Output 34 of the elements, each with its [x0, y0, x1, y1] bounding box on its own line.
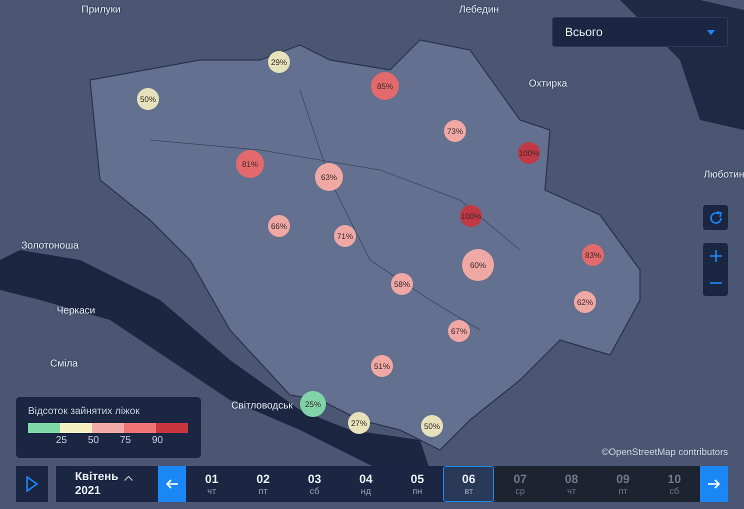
chevron-up-icon: [124, 476, 134, 480]
legend-tick: 90: [150, 435, 163, 447]
city-label: Сміла: [50, 358, 78, 370]
legend-title: Відсоток зайнятих ліжок: [28, 406, 141, 417]
day-tab[interactable]: 05 пн: [392, 466, 444, 502]
city-label: Охтирка: [528, 78, 568, 90]
month-label[interactable]: Квітень 2021: [75, 470, 118, 498]
day-tab[interactable]: 03 сб: [288, 466, 340, 502]
day-tab[interactable]: 06 вт: [443, 466, 494, 502]
legend-tick: 25: [54, 435, 67, 447]
city-label: Золотоноша: [21, 240, 79, 252]
plus-icon: [710, 250, 722, 262]
legend-tick: 50: [86, 435, 99, 447]
map-attribution: ©OpenStreetMap contributors: [602, 447, 728, 458]
play-icon: [26, 476, 38, 492]
play-button[interactable]: [16, 466, 48, 502]
day-tab[interactable]: 02 пт: [237, 466, 289, 502]
legend-tick: 75: [118, 435, 131, 447]
city-label: Черкаси: [56, 306, 96, 316]
previous-button[interactable]: [158, 466, 186, 502]
minus-icon: [710, 282, 722, 284]
day-tab[interactable]: 04 нд: [340, 466, 392, 502]
city-label: Люботин: [704, 170, 744, 180]
refresh-icon: [708, 210, 724, 226]
next-button[interactable]: [700, 466, 728, 502]
day-tab[interactable]: 01 чт: [186, 466, 238, 502]
city-label: Лебедин: [459, 4, 499, 16]
caret-icon: [707, 30, 715, 34]
refresh-button[interactable]: [703, 205, 728, 230]
city-label: Прилуки: [81, 4, 121, 16]
arrow-left-icon: [166, 479, 178, 489]
arrow-right-icon: [708, 479, 720, 489]
region-select[interactable]: Всього: [552, 17, 728, 47]
city-label: Світловодськ: [231, 400, 293, 412]
